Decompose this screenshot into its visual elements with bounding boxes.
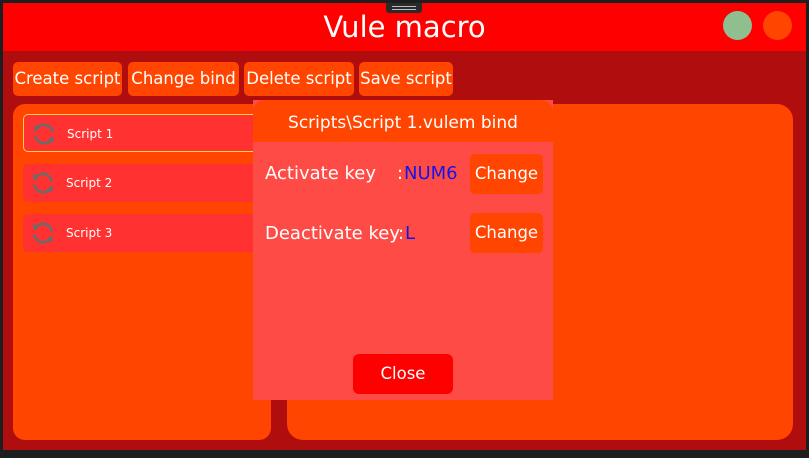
script-list-panel: Script 1 Script 2 Script 3 — [13, 104, 271, 440]
create-script-button[interactable]: Create script — [13, 62, 122, 96]
delete-script-button[interactable]: Delete script — [244, 62, 354, 96]
close-window-button[interactable] — [763, 11, 792, 40]
dialog-title: Scripts\Script 1.vulem bind — [288, 113, 518, 133]
change-bind-button[interactable]: Change bind — [128, 62, 239, 96]
activate-key-value: NUM6 — [404, 163, 458, 184]
dialog-header: Scripts\Script 1.vulem bind — [253, 100, 553, 142]
deactivate-key-label: Deactivate key — [265, 223, 400, 244]
deactivate-key-separator: : — [398, 223, 405, 244]
script-list-item[interactable]: Script 3 — [23, 214, 261, 252]
save-script-button[interactable]: Save script — [359, 62, 453, 96]
bind-dialog: Scripts\Script 1.vulem bind Activate key… — [253, 100, 553, 400]
refresh-icon — [34, 123, 54, 145]
deactivate-key-value: L — [405, 223, 416, 244]
change-deactivate-key-button[interactable]: Change — [470, 213, 543, 253]
script-list-item-label: Script 1 — [67, 127, 114, 141]
dialog-close-button[interactable]: Close — [353, 354, 453, 394]
activate-key-separator: : — [397, 163, 404, 184]
change-activate-key-button[interactable]: Change — [470, 154, 543, 194]
minimize-button[interactable] — [723, 11, 752, 40]
script-list-item[interactable]: Script 2 — [23, 164, 261, 202]
app-window: Vule macro Create script Change bind Del… — [3, 3, 806, 450]
script-list-item-label: Script 2 — [66, 176, 113, 190]
refresh-icon — [33, 172, 53, 194]
title-bar[interactable]: Vule macro — [3, 3, 806, 51]
activate-key-label: Activate key — [265, 163, 376, 184]
refresh-icon — [33, 222, 53, 244]
drag-handle-icon[interactable] — [386, 3, 422, 13]
script-list-item[interactable]: Script 1 — [23, 114, 261, 152]
script-list-item-label: Script 3 — [66, 226, 113, 240]
